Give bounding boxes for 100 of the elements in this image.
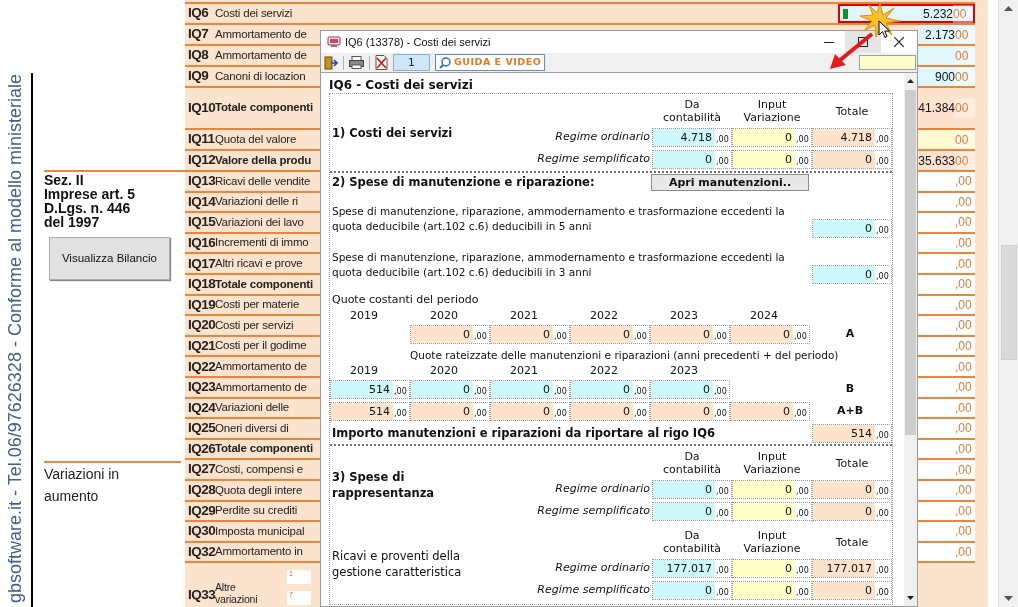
row-code: IQ10 [187, 98, 215, 117]
row-label: Regime ordinario [555, 559, 651, 576]
year-label: 2019 [349, 363, 379, 377]
row-label: Incrementi di immo [215, 235, 309, 249]
column-header: Da contabilità [662, 529, 722, 555]
number-field[interactable]: 0 ,00 [490, 401, 570, 421]
row-label: Altri ricavi e prove [215, 256, 303, 270]
number-field[interactable]: 0 ,00 [570, 401, 650, 421]
window-title: IQ6 (13378) - Costi dei servizi [345, 34, 491, 50]
scroll-up-icon[interactable] [1004, 6, 1013, 11]
number-field[interactable]: 4.718 ,00 [652, 127, 732, 147]
number-field[interactable]: 0 ,00 [410, 324, 490, 344]
scroll-up-icon[interactable] [907, 79, 914, 83]
column-header: Da contabilità [662, 450, 722, 476]
row-code: IQ16 [187, 233, 215, 252]
number-field[interactable]: 0 ,00 [490, 324, 570, 344]
side-caption: gbsoftware.it - Tel.06/97626328 - Conforme al modello ministeriale [4, 74, 26, 603]
row-label: Variazioni dei lavo [215, 214, 304, 228]
row-code: IQ21 [187, 336, 215, 355]
number-field[interactable]: 0 ,00 [732, 558, 812, 578]
exit-door-icon[interactable] [324, 55, 338, 70]
maximize-icon[interactable] [858, 37, 868, 47]
year-label: 2021 [509, 308, 539, 322]
row-code: IQ28 [187, 481, 215, 500]
number-field[interactable]: 0 ,00 [652, 501, 732, 521]
value-field[interactable]: 2.17300 [918, 25, 975, 44]
section-title: 3) Spese di rappresentanza [331, 469, 436, 501]
scrollbar[interactable] [998, 0, 1018, 607]
row-label: Ammortamento de [215, 47, 307, 63]
number-field[interactable]: 0 ,00 [652, 580, 732, 600]
sparkle-icon [860, 3, 900, 37]
number-field[interactable]: 0 ,00 [730, 324, 810, 344]
number-field[interactable]: 0 ,00 [570, 324, 650, 344]
number-field[interactable]: 0 ,00 [732, 580, 812, 600]
input-field[interactable] [859, 55, 916, 70]
scrollbar-thumb[interactable] [1001, 245, 1017, 360]
number-field[interactable]: 0 ,00 [732, 479, 812, 499]
row-code: IQ33 [187, 587, 215, 605]
number-field[interactable]: 0 ,00 [812, 149, 892, 169]
row-code: IQ32 [187, 542, 215, 561]
number-field[interactable]: 0 ,00 [812, 265, 892, 284]
column-header: Totale [834, 535, 870, 549]
number-field[interactable]: 0 ,00 [650, 401, 730, 421]
row-label: Ammortamento de [215, 379, 307, 393]
number-field[interactable]: 0 ,00 [812, 219, 892, 238]
row-label: Totale componenti [215, 441, 313, 455]
year-label: 2022 [589, 363, 619, 377]
year-label: 2020 [429, 363, 459, 377]
minimize-icon[interactable] [824, 41, 834, 43]
number-field[interactable]: 514 ,00 [330, 401, 410, 421]
row-tag: A [810, 325, 890, 343]
row-code: IQ27 [187, 460, 215, 479]
printer-icon[interactable] [349, 56, 364, 69]
number-field[interactable]: 0 ,00 [650, 379, 730, 399]
year-label: 2024 [749, 308, 779, 322]
close-icon[interactable] [894, 37, 904, 47]
number-field[interactable]: 0 ,00 [652, 479, 732, 499]
number-field[interactable]: 0 ,00 [570, 379, 650, 399]
row-label: Valore della produ [215, 152, 312, 166]
row-code: IQ11 [187, 130, 215, 149]
year-label: 2022 [589, 308, 619, 322]
app-icon [327, 36, 341, 48]
view-balance-button[interactable]: Visualizza Bilancio [48, 237, 170, 280]
caption-text: Quote rateizzate delle manutenzioni e riparazioni (anni precedenti + del periodo) [409, 348, 840, 363]
number-field[interactable]: 0 ,00 [650, 324, 730, 344]
number-field[interactable]: 0 ,00 [410, 379, 490, 399]
number-field[interactable]: 0 ,00 [812, 501, 892, 521]
number-field[interactable]: 514 ,00 [812, 424, 892, 443]
number-field[interactable]: 0 ,00 [812, 479, 892, 499]
row-label: Oneri diversi di [215, 420, 289, 434]
row-code: IQ9 [187, 67, 210, 86]
number-field[interactable]: 0 ,00 [490, 379, 570, 399]
scroll-down-icon[interactable] [1004, 596, 1013, 601]
year-label: 2019 [349, 308, 379, 322]
scroll-down-icon[interactable] [907, 596, 914, 600]
value-field[interactable]: 35.63300 [918, 151, 975, 170]
number-field[interactable]: 0 ,00 [812, 580, 892, 600]
scrollbar-thumb[interactable] [905, 90, 916, 435]
number-field[interactable]: 177.017 ,00 [812, 558, 892, 578]
number-field[interactable]: 0 ,00 [732, 149, 812, 169]
number-field[interactable]: 0 ,00 [732, 127, 812, 147]
row-code: IQ30 [187, 522, 215, 541]
number-field[interactable]: 0 ,00 [730, 401, 810, 421]
number-field[interactable]: 0 ,00 [732, 501, 812, 521]
year-label: 2020 [429, 308, 459, 322]
number-field[interactable]: 0 ,00 [652, 149, 732, 169]
column-header: Totale [834, 456, 870, 470]
row-label: Regime ordinario [555, 480, 651, 497]
value-field[interactable]: 90000 [918, 67, 975, 86]
scrollbar[interactable] [904, 73, 917, 606]
row-code: IQ7 [187, 25, 210, 44]
number-field[interactable]: 514 ,00 [330, 379, 410, 399]
open-maintenance-button[interactable]: Apri manutenzioni.. [651, 174, 809, 191]
number-field[interactable]: 177.017 ,00 [652, 558, 732, 578]
row-label: Canoni di locazion [215, 68, 306, 84]
number-field[interactable]: 0 ,00 [410, 401, 490, 421]
number-field[interactable]: 4.718 ,00 [812, 127, 892, 147]
delete-page-icon[interactable] [375, 55, 388, 70]
row-code: IQ23 [187, 378, 215, 397]
page-field[interactable]: 1 [393, 54, 430, 71]
